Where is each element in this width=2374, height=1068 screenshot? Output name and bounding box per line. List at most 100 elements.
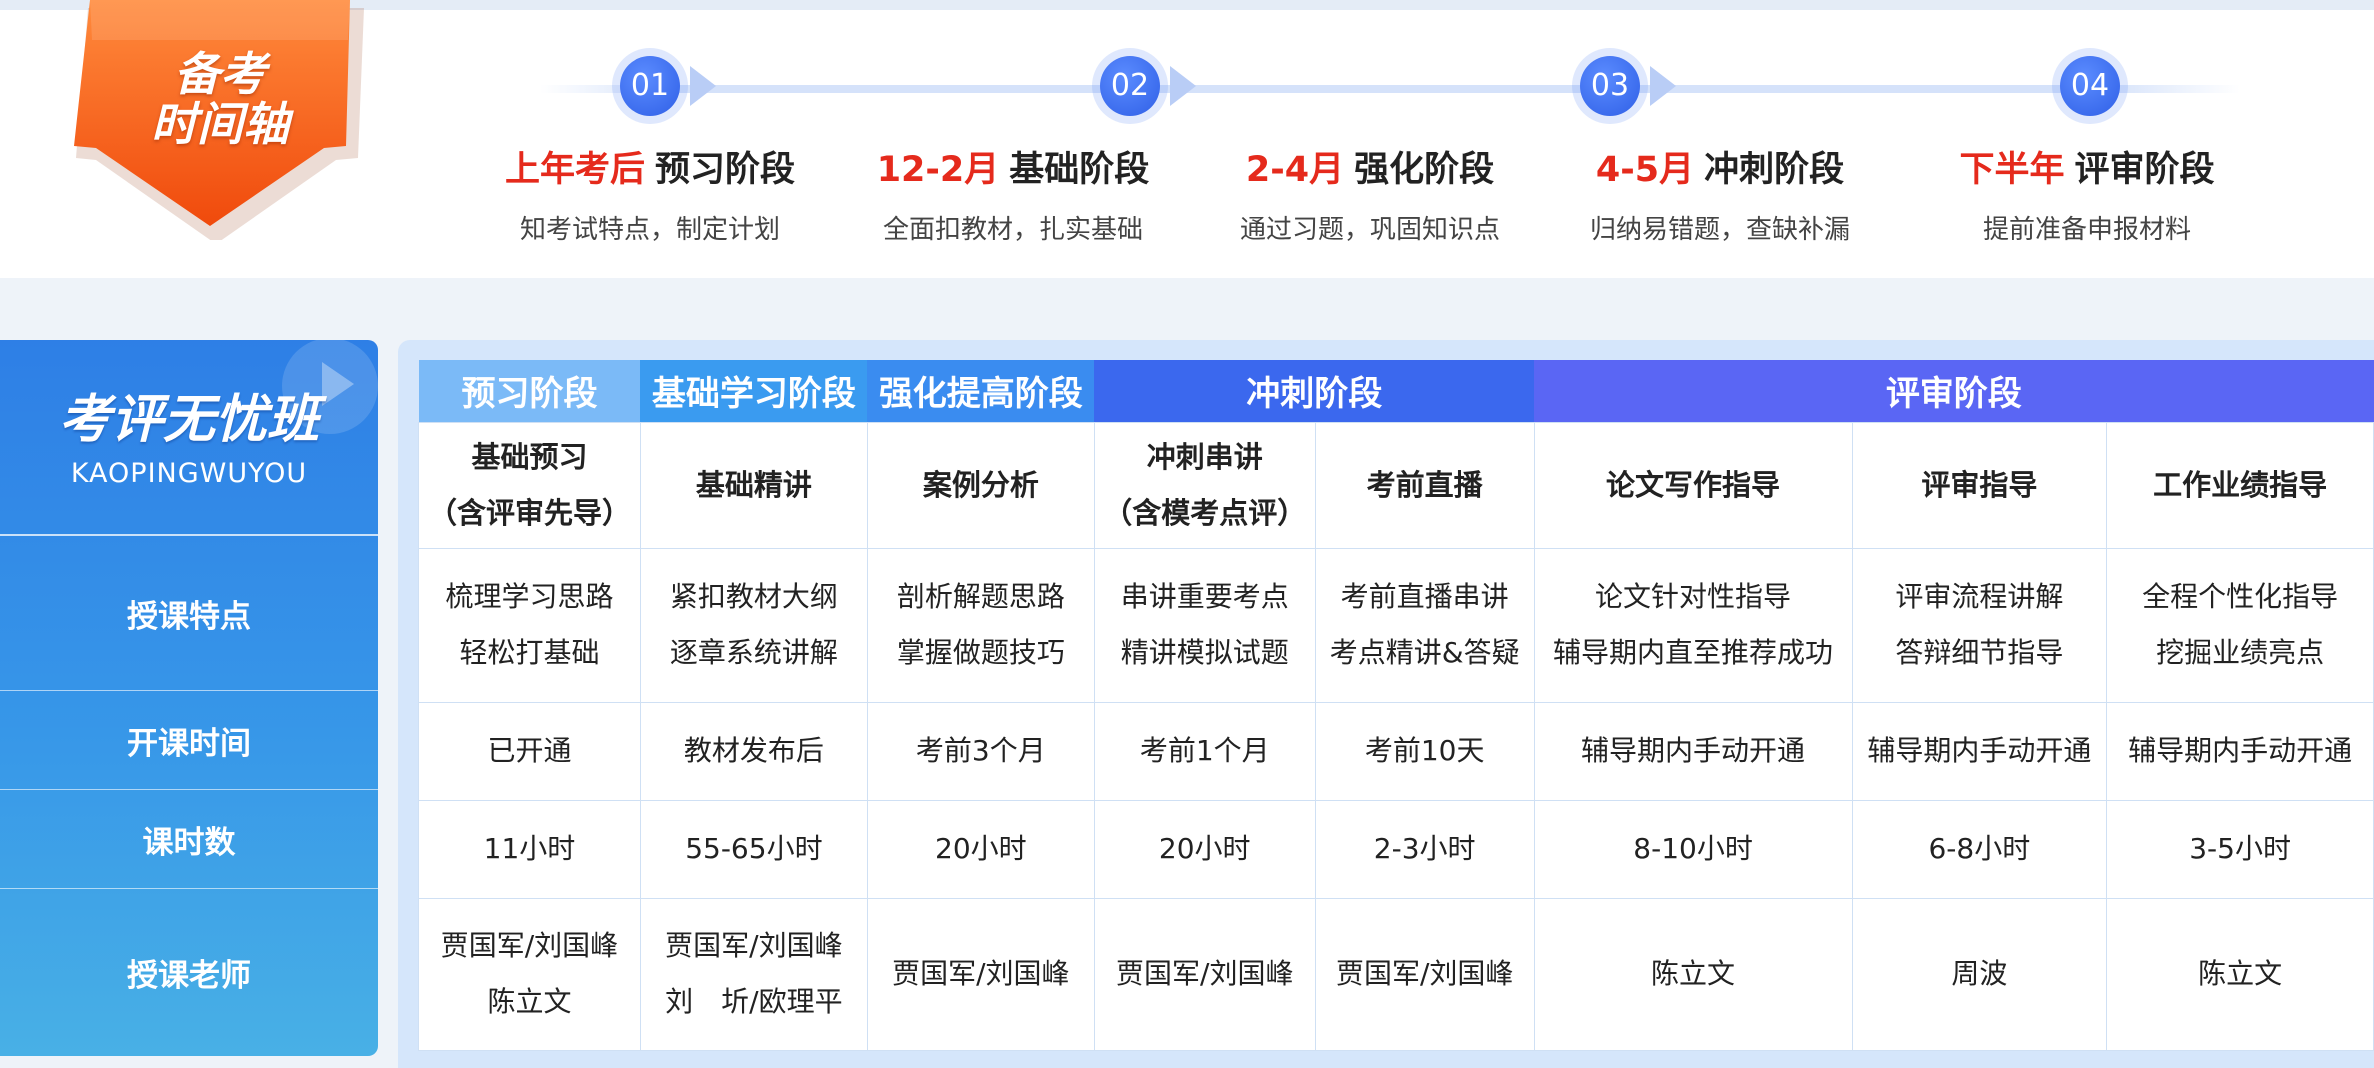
step-marker-4: 04 bbox=[2052, 48, 2128, 124]
hours-cell: 3-5小时 bbox=[2106, 799, 2374, 899]
course-name: 考前直播 bbox=[1366, 468, 1483, 502]
hours-cell: 2-3小时 bbox=[1314, 799, 1535, 899]
row-label-hours: 课时数 bbox=[0, 790, 378, 889]
start-time-cell: 辅导期内手动开通 bbox=[1851, 701, 2108, 801]
stage-time: 4-5月 bbox=[1595, 150, 1695, 190]
features-cell: 论文针对性指导 辅导期内直至推荐成功 bbox=[1533, 547, 1853, 703]
brand-title: 考评无忧班 bbox=[58, 390, 319, 450]
features-cell: 剖析解题思路 掌握做题技巧 bbox=[866, 547, 1095, 703]
features-cell: 评审流程讲解 答辩细节指导 bbox=[1851, 547, 2108, 703]
stage-heading-5: 下半年 评审阶段 bbox=[1887, 140, 2287, 200]
step-marker-3: 03 bbox=[1572, 48, 1648, 124]
row-label-start-time: 开课时间 bbox=[0, 691, 378, 790]
stage-time: 2-4月 bbox=[1245, 150, 1345, 190]
teacher-line: 贾国军/刘国峰 bbox=[665, 929, 843, 962]
teacher-line: 贾国军/刘国峰 bbox=[440, 929, 619, 962]
stage-header-preview: 预习阶段 bbox=[418, 360, 641, 422]
gap-band bbox=[0, 278, 2374, 340]
row-header-sidebar: 考评无忧班 KAOPINGWUYOU 授课特点 开课时间 课时数 授课老师 bbox=[0, 340, 378, 1056]
stage-time: 上年考后 bbox=[504, 150, 645, 190]
start-time-cell: 辅导期内手动开通 bbox=[2106, 701, 2374, 801]
teacher-line: 刘 圻/欧理平 bbox=[665, 985, 843, 1018]
course-name-cell: 案例分析 bbox=[866, 421, 1095, 549]
step-number-4: 04 bbox=[2060, 56, 2120, 116]
feature-line: 精讲模拟试题 bbox=[1120, 636, 1289, 669]
course-name-note: （含评审先导） bbox=[427, 496, 631, 530]
brand-subtitle: KAOPINGWUYOU bbox=[70, 458, 308, 489]
course-table-panel: 预习阶段 基础学习阶段 强化提高阶段 冲刺阶段 评审阶段 基础预习 （含评审先导）… bbox=[398, 340, 2374, 1068]
start-time-cell: 已开通 bbox=[418, 701, 641, 801]
start-time-cell: 考前10天 bbox=[1314, 701, 1535, 801]
timeline-track bbox=[540, 85, 2240, 93]
step-number-3: 03 bbox=[1580, 56, 1640, 116]
hours-row: 11小时 55-65小时 20小时 20小时 2-3小时 8-10小时 6-8小… bbox=[418, 799, 2374, 899]
course-name-cell: 评审指导 bbox=[1851, 421, 2108, 549]
features-cell: 梳理学习思路 轻松打基础 bbox=[418, 547, 641, 703]
teachers-cell: 贾国军/刘国峰 bbox=[1314, 897, 1535, 1051]
stage-desc-5: 提前准备申报材料 bbox=[1982, 215, 2191, 245]
step-marker-1: 01 bbox=[612, 48, 688, 124]
teachers-cell: 陈立文 bbox=[2106, 897, 2374, 1051]
course-name: 案例分析 bbox=[922, 468, 1039, 502]
feature-line: 答辩细节指导 bbox=[1895, 636, 2064, 669]
teachers-cell: 陈立文 bbox=[1533, 897, 1853, 1051]
teachers-cell: 贾国军/刘国峰 bbox=[866, 897, 1095, 1051]
stage-desc-4: 归纳易错题，查缺补漏 bbox=[1589, 215, 1850, 245]
timeline-badge: 备考 时间轴 bbox=[70, 0, 370, 244]
course-name-cell: 工作业绩指导 bbox=[2106, 421, 2374, 549]
stage-header-basic: 基础学习阶段 bbox=[640, 360, 868, 422]
course-name-cell: 基础预习 （含评审先导） bbox=[418, 421, 641, 549]
stage-header-sprint: 冲刺阶段 bbox=[1094, 360, 1535, 422]
start-time-cell: 教材发布后 bbox=[639, 701, 868, 801]
stage-name: 强化阶段 bbox=[1354, 150, 1495, 190]
course-name: 论文写作指导 bbox=[1606, 468, 1781, 502]
course-name-cell: 冲刺串讲 （含模考点评） bbox=[1093, 421, 1316, 549]
stage-header-row: 预习阶段 基础学习阶段 强化提高阶段 冲刺阶段 评审阶段 bbox=[418, 360, 2374, 422]
hours-cell: 11小时 bbox=[418, 799, 641, 899]
feature-line: 挖掘业绩亮点 bbox=[2156, 636, 2325, 669]
feature-line: 辅导期内直至推荐成功 bbox=[1553, 636, 1834, 669]
stage-header-strengthen: 强化提高阶段 bbox=[867, 360, 1095, 422]
feature-line: 考点精讲&答疑 bbox=[1329, 636, 1520, 669]
badge-line-1: 备考 bbox=[174, 47, 266, 101]
chevron-right-icon bbox=[690, 66, 716, 106]
stage-time: 下半年 bbox=[1959, 150, 2065, 190]
stage-heading-3: 2-4月 强化阶段 bbox=[1170, 140, 1570, 200]
teachers-cell: 周波 bbox=[1851, 897, 2108, 1051]
stage-heading-1: 上年考后 预习阶段 bbox=[450, 140, 850, 200]
course-table: 预习阶段 基础学习阶段 强化提高阶段 冲刺阶段 评审阶段 基础预习 （含评审先导）… bbox=[418, 360, 2374, 1051]
start-time-cell: 考前1个月 bbox=[1093, 701, 1316, 801]
chevron-right-icon bbox=[1170, 66, 1196, 106]
course-name-row: 基础预习 （含评审先导） 基础精讲 案例分析 冲刺串讲 （含模考点评） 考前直播 论… bbox=[418, 421, 2374, 549]
course-name-note: （含模考点评） bbox=[1103, 496, 1307, 530]
course-name-cell: 基础精讲 bbox=[639, 421, 868, 549]
step-marker-2: 02 bbox=[1092, 48, 1168, 124]
stage-header-review: 评审阶段 bbox=[1534, 360, 2374, 422]
stage-name: 预习阶段 bbox=[655, 150, 796, 190]
teachers-cell: 贾国军/刘国峰 bbox=[1093, 897, 1316, 1051]
stage-time: 12-2月 bbox=[876, 150, 1000, 190]
feature-line: 考前直播串讲 bbox=[1340, 580, 1509, 613]
features-cell: 串讲重要考点 精讲模拟试题 bbox=[1093, 547, 1316, 703]
course-name: 基础精讲 bbox=[695, 468, 812, 502]
feature-line: 紧扣教材大纲 bbox=[669, 580, 838, 613]
hours-cell: 6-8小时 bbox=[1851, 799, 2108, 899]
feature-line: 梳理学习思路 bbox=[445, 580, 614, 613]
features-cell: 全程个性化指导 挖掘业绩亮点 bbox=[2106, 547, 2374, 703]
course-name: 基础预习 bbox=[471, 440, 588, 474]
feature-line: 掌握做题技巧 bbox=[896, 636, 1065, 669]
badge-line-2: 时间轴 bbox=[151, 97, 289, 151]
step-number-1: 01 bbox=[620, 56, 680, 116]
row-label-teachers: 授课老师 bbox=[127, 958, 251, 994]
course-name-cell: 考前直播 bbox=[1314, 421, 1535, 549]
features-cell: 考前直播串讲 考点精讲&答疑 bbox=[1314, 547, 1535, 703]
feature-line: 全程个性化指导 bbox=[2142, 580, 2339, 613]
chevron-right-icon bbox=[1650, 66, 1676, 106]
stage-heading-2: 12-2月 基础阶段 bbox=[813, 140, 1213, 200]
features-cell: 紧扣教材大纲 逐章系统讲解 bbox=[639, 547, 868, 703]
hours-cell: 8-10小时 bbox=[1533, 799, 1853, 899]
stage-desc-3: 通过习题，巩固知识点 bbox=[1239, 215, 1500, 245]
features-row: 梳理学习思路 轻松打基础 紧扣教材大纲 逐章系统讲解 剖析解题思路 掌握做题技巧 串讲… bbox=[418, 547, 2374, 703]
start-time-cell: 考前3个月 bbox=[866, 701, 1095, 801]
stage-name: 评审阶段 bbox=[2074, 150, 2215, 190]
